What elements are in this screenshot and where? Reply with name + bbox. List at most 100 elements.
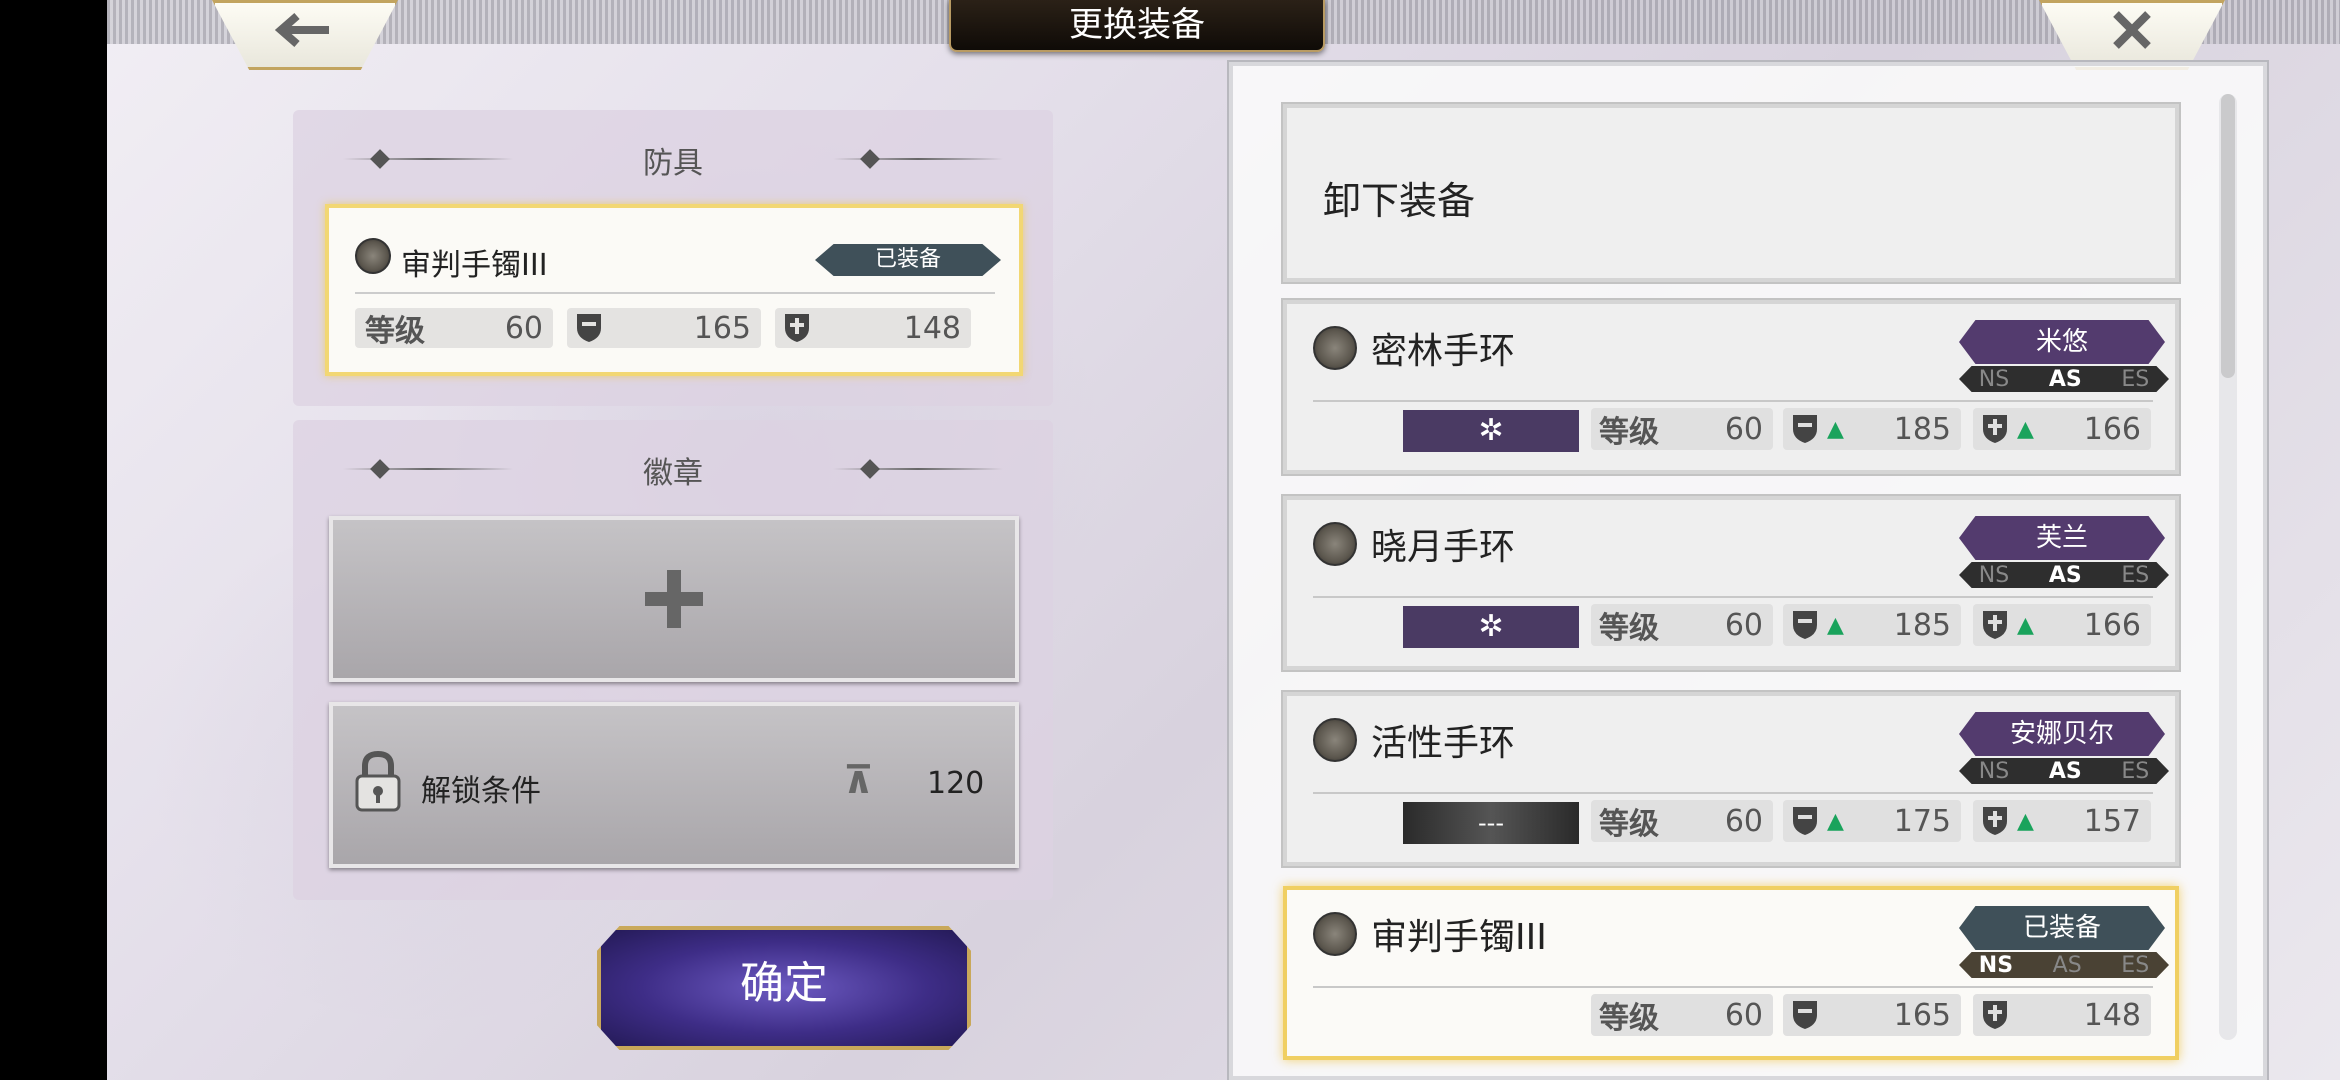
skill-badge: ✲ xyxy=(1403,410,1579,452)
level-value: 60 xyxy=(1724,997,1763,1033)
resistance-value: 166 xyxy=(2083,411,2141,447)
up-arrow-icon: ▲ xyxy=(1827,612,1844,638)
mode-as: AS xyxy=(2048,758,2082,784)
resistance-shield-icon xyxy=(1983,807,2007,835)
defense-value: 175 xyxy=(1893,803,1951,839)
resistance-value: 157 xyxy=(2083,803,2141,839)
up-arrow-icon: ▲ xyxy=(2017,808,2034,834)
level-label: 等级 xyxy=(1599,1001,1659,1036)
lock-icon xyxy=(355,750,401,812)
resistance-shield-icon xyxy=(785,314,809,342)
level-label: 等级 xyxy=(365,314,425,349)
defense-shield-icon xyxy=(1793,415,1817,443)
level-stat: 等级 60 xyxy=(355,308,553,349)
mode-indicator: NS AS ES xyxy=(1959,758,2169,784)
level-stat: 等级 60 xyxy=(1591,800,1773,842)
skill-badge: --- xyxy=(1403,802,1579,844)
bracelet-icon xyxy=(355,238,391,274)
defense-shield-icon xyxy=(1793,1001,1817,1029)
equipment-item-equipped[interactable]: 审判手镯III 已装备 NS AS ES 等级 60 165 148 xyxy=(1283,886,2179,1060)
resistance-value: 148 xyxy=(2083,997,2141,1033)
equipped-badge: 已装备 xyxy=(1959,906,2165,950)
bracelet-icon xyxy=(1313,718,1357,762)
equipped-badge: 已装备 xyxy=(815,244,1001,276)
unequip-label: 卸下装备 xyxy=(1323,179,1476,223)
armor-heading: 防具 xyxy=(643,146,703,181)
confirm-button[interactable]: 确定 xyxy=(597,926,971,1050)
resistance-stat: ▲ 166 xyxy=(1973,408,2151,450)
defense-stat: ▲ 185 xyxy=(1783,408,1961,450)
resistance-stat: ▲ 157 xyxy=(1973,800,2151,842)
defense-value: 165 xyxy=(1893,997,1951,1033)
medal-locked-slot: 解锁条件 ⊼ 120 xyxy=(329,702,1019,868)
defense-stat: 165 xyxy=(1783,994,1961,1036)
unlock-value: 120 xyxy=(927,766,985,801)
page-title: 更换装备 xyxy=(949,0,1325,52)
resistance-stat: ▲ 166 xyxy=(1973,604,2151,646)
unequip-button[interactable]: 卸下装备 xyxy=(1283,104,2179,282)
sky-rank-icon: ⊼ xyxy=(843,758,874,802)
defense-stat: 165 xyxy=(567,308,761,348)
heading-ornament-right xyxy=(833,468,1003,470)
bracelet-icon xyxy=(1313,912,1357,956)
back-arrow-icon xyxy=(245,3,365,57)
mode-ns: NS xyxy=(1978,366,2010,392)
list-scrollbar[interactable] xyxy=(2219,94,2237,1040)
mode-ns: NS xyxy=(1978,952,2014,978)
item-name: 晓月手环 xyxy=(1371,527,1516,568)
item-divider xyxy=(1313,596,2153,598)
mode-as: AS xyxy=(2048,562,2082,588)
defense-shield-icon xyxy=(1793,611,1817,639)
defense-value: 165 xyxy=(693,310,751,346)
level-label: 等级 xyxy=(1599,807,1659,842)
medal-heading: 徽章 xyxy=(643,456,703,491)
up-arrow-icon: ▲ xyxy=(2017,612,2034,638)
mode-indicator: NS AS ES xyxy=(1959,562,2169,588)
mode-es: ES xyxy=(2121,758,2150,784)
unlock-label: 解锁条件 xyxy=(421,774,541,809)
defense-value: 185 xyxy=(1893,411,1951,447)
resistance-shield-icon xyxy=(1983,1001,2007,1029)
equipped-armor-card[interactable]: 审判手镯III 已装备 等级 60 165 148 xyxy=(325,204,1023,376)
close-button[interactable] xyxy=(2039,0,2225,70)
equipment-item[interactable]: 活性手环 安娜贝尔 NS AS ES --- 等级 60 ▲ 175 ▲ 157 xyxy=(1283,692,2179,866)
bracelet-icon xyxy=(1313,522,1357,566)
mode-indicator: NS AS ES xyxy=(1959,952,2169,978)
resistance-stat: 148 xyxy=(1973,994,2151,1036)
defense-shield-icon xyxy=(577,314,601,342)
equipped-item-name: 审判手镯III xyxy=(401,248,548,283)
level-value: 60 xyxy=(1724,411,1763,447)
back-button[interactable] xyxy=(212,0,398,70)
equipment-item[interactable]: 晓月手环 芙兰 NS AS ES ✲ 等级 60 ▲ 185 ▲ 166 xyxy=(1283,496,2179,670)
resistance-value: 166 xyxy=(2083,607,2141,643)
mode-ns: NS xyxy=(1978,562,2010,588)
owner-tag: 安娜贝尔 xyxy=(1959,712,2165,756)
mode-ns: NS xyxy=(1978,758,2010,784)
up-arrow-icon: ▲ xyxy=(1827,808,1844,834)
mode-es: ES xyxy=(2121,366,2150,392)
level-stat: 等级 60 xyxy=(1591,408,1773,450)
resistance-shield-icon xyxy=(1983,611,2007,639)
defense-value: 185 xyxy=(1893,607,1951,643)
equipment-screen: 更换装备 防具 审判手镯III 已装备 等级 60 165 148 徽章 解锁条… xyxy=(107,0,2340,1080)
mode-indicator: NS AS ES xyxy=(1959,366,2169,392)
item-name: 活性手环 xyxy=(1371,723,1516,764)
mode-es: ES xyxy=(2121,562,2150,588)
owner-tag: 芙兰 xyxy=(1959,516,2165,560)
level-stat: 等级 60 xyxy=(1591,994,1773,1036)
level-value: 60 xyxy=(1724,803,1763,839)
level-label: 等级 xyxy=(1599,611,1659,646)
medal-add-slot[interactable] xyxy=(329,516,1019,682)
scrollbar-thumb[interactable] xyxy=(2221,94,2235,378)
defense-stat: ▲ 175 xyxy=(1783,800,1961,842)
item-divider xyxy=(1313,792,2153,794)
resistance-shield-icon xyxy=(1983,415,2007,443)
plus-icon xyxy=(645,570,703,628)
close-icon xyxy=(2072,3,2192,57)
equipment-item[interactable]: 密林手环 米悠 NS AS ES ✲ 等级 60 ▲ 185 ▲ 166 xyxy=(1283,300,2179,474)
up-arrow-icon: ▲ xyxy=(1827,416,1844,442)
item-divider xyxy=(1313,986,2153,988)
mode-es: ES xyxy=(2121,952,2150,978)
up-arrow-icon: ▲ xyxy=(2017,416,2034,442)
item-name: 密林手环 xyxy=(1371,331,1516,372)
